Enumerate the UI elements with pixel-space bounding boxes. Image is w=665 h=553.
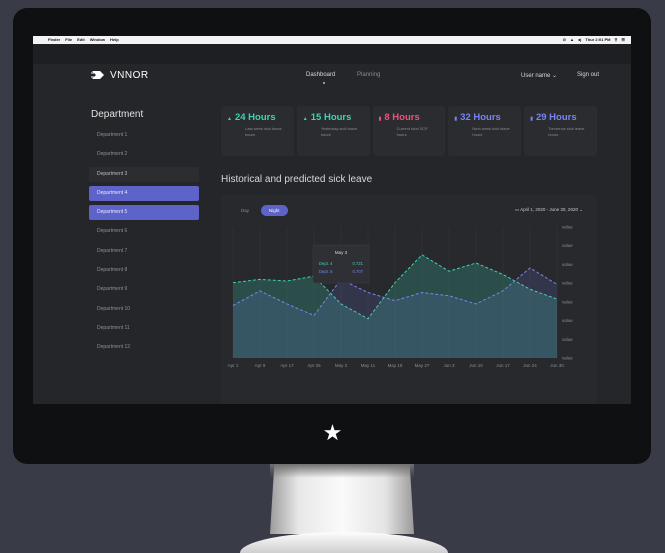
chevron-down-icon: ⌄ <box>552 73 558 79</box>
mac-menubar: Finder File Edit Window Help ⊙ ▲ ◂) Thur… <box>33 36 631 44</box>
x-tick-label: May 19 <box>388 363 403 368</box>
sidebar-item-department-5[interactable]: Department 5 <box>89 205 199 221</box>
y-tick-label: value <box>562 337 573 342</box>
y-tick-label: value <box>562 262 573 267</box>
sidebar-item-department-4[interactable]: Department 4 <box>89 185 199 201</box>
stat-card: ▲ 15 Hours Yesterday sick leave hours <box>296 106 370 156</box>
user-menu[interactable]: User name ⌄ <box>521 72 557 79</box>
stat-description: Current total SOF hours <box>396 126 428 137</box>
y-tick-label: value <box>562 243 573 248</box>
sidebar-item-department-6[interactable]: Department 6 <box>89 224 199 239</box>
x-tick-label: Jun 24 <box>523 363 537 368</box>
tooltip-title: May 3 <box>335 250 348 255</box>
list-icon[interactable]: ☰ <box>621 36 625 44</box>
stats-row: ▲ 24 Hours Last week sick leave hours ▲ 15… <box>221 106 597 156</box>
x-tick-label: Jun 17 <box>496 363 510 368</box>
menu-window[interactable]: Window <box>90 36 105 44</box>
menu-finder[interactable]: Finder <box>48 36 60 44</box>
y-tick-label: value <box>562 225 573 230</box>
sidebar-item-department-9[interactable]: Department 9 <box>89 282 199 297</box>
menu-help[interactable]: Help <box>110 36 119 44</box>
sidebar-item-department-11[interactable]: Department 11 <box>89 321 199 336</box>
tooltip-label: Dept. 5 <box>319 269 333 274</box>
chart-section-title: Historical and predicted sick leave <box>221 174 373 185</box>
stat-value: 32 Hours <box>460 112 501 123</box>
x-tick-label: Apr 25 <box>307 363 321 368</box>
user-name: User name <box>521 73 551 79</box>
trend-up-icon: ▲ <box>227 116 232 122</box>
y-tick-label: value <box>562 299 573 304</box>
tooltip-label: Dept. 4 <box>319 261 333 266</box>
volume-icon[interactable]: ◂) <box>578 36 581 44</box>
x-tick-label: May 27 <box>415 363 430 368</box>
chart-card: Day Night ▭ April 1, 2020 - June 30, 202… <box>221 195 597 404</box>
x-tick-label: May 3 <box>335 363 348 368</box>
stat-card: ▮ 8 Hours Current total SOF hours <box>372 106 446 156</box>
stat-card: ▲ 24 Hours Last week sick leave hours <box>221 106 294 156</box>
dashboard-app: VNNOR Dashboard Planning User name ⌄ Sig… <box>33 64 631 404</box>
x-tick-label: Jun 30 <box>550 363 564 368</box>
tooltip-value: 0.707 <box>353 269 364 274</box>
spotlight-icon[interactable]: ⚲ <box>614 36 617 44</box>
menu-file[interactable]: File <box>65 36 72 44</box>
sidebar-item-department-10[interactable]: Department 10 <box>89 302 199 317</box>
wifi-icon[interactable]: ▲ <box>570 36 574 44</box>
stand-shadow <box>270 464 414 478</box>
sidebar-item-department-1[interactable]: Department 1 <box>89 128 199 143</box>
stat-card: ▮ 29 Hours Tomorrow sick leave hours <box>524 106 597 156</box>
stat-description: Last week sick leave hours <box>245 126 282 137</box>
y-tick-label: value <box>562 318 573 323</box>
stat-card: ▮ 32 Hours Next week sick leave hours <box>448 106 522 156</box>
x-tick-label: Apr 17 <box>280 363 294 368</box>
sidebar-item-department-7[interactable]: Department 7 <box>89 244 199 259</box>
sidebar-item-department-12[interactable]: Department 12 <box>89 340 199 355</box>
nav-planning[interactable]: Planning <box>357 72 380 78</box>
x-tick-label: May 11 <box>361 363 376 368</box>
y-tick-label: value <box>562 356 573 361</box>
screen: Finder File Edit Window Help ⊙ ▲ ◂) Thur… <box>33 36 631 404</box>
stat-value: 8 Hours <box>384 112 420 123</box>
bar-chart-icon: ▮ <box>378 116 382 122</box>
x-tick-label: Apr 9 <box>255 363 266 368</box>
sick-leave-chart[interactable]: value value value value value value value value… <box>221 195 597 404</box>
nav-dashboard[interactable]: Dashboard <box>306 72 335 78</box>
stat-value: 15 Hours <box>310 112 352 123</box>
trend-up-icon: ▲ <box>302 116 308 122</box>
x-tick-label: Jun 10 <box>469 363 483 368</box>
logo-text: VNNOR <box>110 69 149 81</box>
sidebar-title: Department <box>91 109 144 120</box>
menu-edit[interactable]: Edit <box>77 36 85 44</box>
sidebar-item-department-8[interactable]: Department 8 <box>89 263 199 278</box>
stat-description: Next week sick leave hours <box>472 126 510 137</box>
stat-value: 29 Hours <box>535 112 577 123</box>
logo-icon <box>91 71 104 79</box>
star-logo-icon: ★ <box>322 420 343 445</box>
menubar-clock[interactable]: Thur 2:01 PM <box>585 36 610 44</box>
y-tick-label: value <box>562 281 573 286</box>
active-nav-indicator <box>323 82 325 84</box>
bar-chart-icon: ▮ <box>454 116 458 122</box>
x-tick-label: Jun 3 <box>443 363 455 368</box>
logo[interactable]: VNNOR <box>91 68 149 82</box>
x-tick-label: Apr 1 <box>228 363 239 368</box>
bar-chart-icon: ▮ <box>530 116 533 122</box>
stat-value: 24 Hours <box>234 112 276 123</box>
stat-description: Yesterday sick leave hours <box>320 126 358 137</box>
control-center-icon[interactable]: ⊙ <box>563 36 566 44</box>
sidebar-item-department-3[interactable]: Department 3 <box>89 166 199 182</box>
tooltip-value: 0.721 <box>353 261 364 266</box>
top-nav: VNNOR Dashboard Planning User name ⌄ Sig… <box>33 64 631 90</box>
department-sidebar: Department Department 1 Department 2 Dep… <box>89 109 199 360</box>
signout-link[interactable]: Sign out <box>577 72 599 78</box>
monitor-base <box>240 532 448 553</box>
stat-description: Tomorrow sick leave hours <box>548 126 585 137</box>
sidebar-item-department-2[interactable]: Department 2 <box>89 147 199 162</box>
